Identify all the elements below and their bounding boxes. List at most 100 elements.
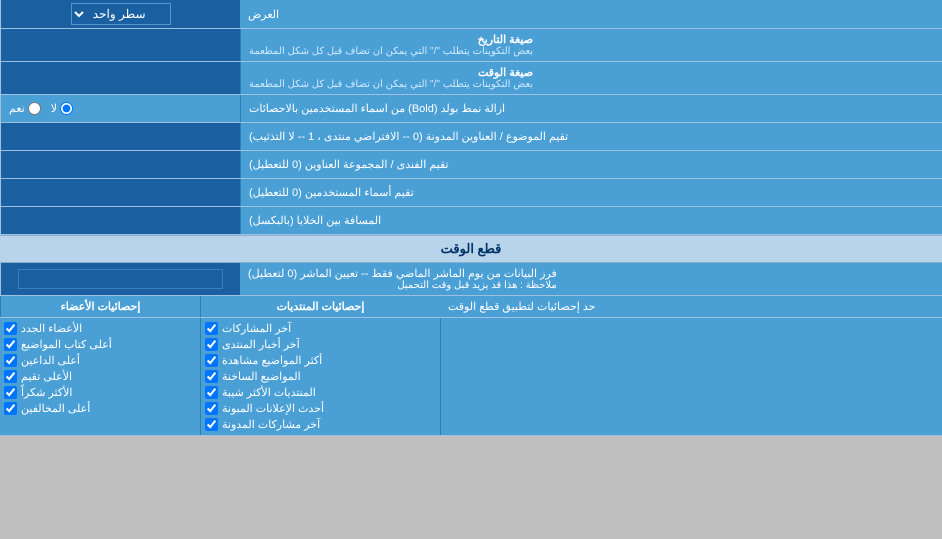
bold-no-text: لا [51, 102, 57, 115]
username-order-input[interactable]: 0 [7, 184, 234, 202]
top-rated-label: الأعلى تقيم [21, 370, 72, 383]
bold-label-text: ازالة نمط بولد (Bold) من اسماء المستخدمي… [249, 102, 505, 115]
latest-announcements-label: أحدث الإعلانات المبونة [222, 402, 324, 415]
forum-order-input-container: 33 [0, 151, 240, 178]
display-select-container: سطر واحد سطرين ثلاثة أسطر [0, 0, 240, 28]
checkbox-item-blog-posts: آخر مشاركات المدونة [205, 418, 436, 431]
new-members-checkbox[interactable] [4, 322, 17, 335]
title-order-input-container: 33 [0, 123, 240, 150]
cutoff-row: فرز البيانات من يوم الماشر الماضي فقط --… [0, 263, 942, 296]
cell-spacing-label-text: المسافة بين الخلايا (بالبكسل) [249, 214, 381, 227]
date-format-label: صيغة التاريخ بعض التكوينات يتطلب "/" الت… [240, 29, 942, 61]
title-order-input[interactable]: 33 [7, 128, 234, 146]
cell-spacing-input[interactable]: 2 [7, 212, 234, 230]
latest-announcements-checkbox[interactable] [205, 402, 218, 415]
blog-posts-label: آخر مشاركات المدونة [222, 418, 320, 431]
checkbox-item-top-writers: أعلى كتاب المواضيع [4, 338, 196, 351]
hot-topics-checkbox[interactable] [205, 370, 218, 383]
top-callers-checkbox[interactable] [4, 354, 17, 367]
date-format-row: صيغة التاريخ بعض التكوينات يتطلب "/" الت… [0, 29, 942, 62]
username-order-label-text: تقيم أسماء المستخدمين (0 للتعطيل) [249, 186, 414, 199]
bold-yes-radio[interactable] [28, 102, 41, 115]
top-violators-label: أعلى المخالفين [21, 402, 90, 415]
bold-radio-container: لا نعم [0, 95, 240, 122]
display-select[interactable]: سطر واحد سطرين ثلاثة أسطر [71, 3, 171, 25]
checkbox-item-last-posts: آخر المشاركات [205, 322, 436, 335]
time-format-input[interactable]: H:i [7, 69, 234, 87]
time-format-row: صيغة الوقت بعض التكوينات يتطلب "/" التي … [0, 62, 942, 95]
cutoff-input-container: 0 [0, 263, 240, 295]
most-popular-checkbox[interactable] [205, 386, 218, 399]
time-format-input-container: H:i [0, 62, 240, 94]
cell-spacing-input-container: 2 [0, 207, 240, 234]
display-row: العرض سطر واحد سطرين ثلاثة أسطر [0, 0, 942, 29]
forum-order-input[interactable]: 33 [7, 156, 234, 174]
stats-headers-row: حد إحصائيات لتطبيق قطع الوقت إحصائيات ال… [0, 296, 942, 318]
title-order-label: تقيم الموضوع / العناوين المدونة (0 -- ال… [240, 123, 942, 150]
most-thanks-label: الأكثر شكراً [21, 386, 72, 399]
date-format-label-text: صيغة التاريخ [478, 34, 533, 46]
last-posts-label: آخر المشاركات [222, 322, 291, 335]
checkbox-item-hot-topics: المواضيع الساخنة [205, 370, 436, 383]
last-posts-checkbox[interactable] [205, 322, 218, 335]
forum-news-label: آخر أخبار المنتدى [222, 338, 300, 351]
checkbox-item-most-popular: المنتديات الأكثر شيبة [205, 386, 436, 399]
checkbox-item-latest-announcements: أحدث الإعلانات المبونة [205, 402, 436, 415]
top-callers-label: أعلى الداعين [21, 354, 80, 367]
stats-col1-header: إحصائيات المنتديات [200, 296, 440, 317]
most-viewed-label: أكثر المواضيع مشاهدة [222, 354, 322, 367]
bold-usernames-row: ازالة نمط بولد (Bold) من اسماء المستخدمي… [0, 95, 942, 123]
time-format-label-text: صيغة الوقت [478, 67, 533, 79]
most-viewed-checkbox[interactable] [205, 354, 218, 367]
checkbox-item-most-viewed: أكثر المواضيع مشاهدة [205, 354, 436, 367]
cell-spacing-label: المسافة بين الخلايا (بالبكسل) [240, 207, 942, 234]
stats-col2-header-text: إحصائيات الأعضاء [61, 301, 141, 313]
bold-no-label[interactable]: لا [51, 102, 73, 115]
checkboxes-section: آخر المشاركات آخر أخبار المنتدى أكثر الم… [0, 318, 942, 436]
bold-label: ازالة نمط بولد (Bold) من اسماء المستخدمي… [240, 95, 942, 122]
top-rated-checkbox[interactable] [4, 370, 17, 383]
stats-col1-header-text: إحصائيات المنتديات [277, 301, 365, 313]
top-violators-checkbox[interactable] [4, 402, 17, 415]
forum-news-checkbox[interactable] [205, 338, 218, 351]
cutoff-section-header: قطع الوقت [0, 235, 942, 263]
limit-label-text: حد إحصائيات لتطبيق قطع الوقت [448, 300, 595, 313]
bold-yes-label[interactable]: نعم [9, 102, 41, 115]
most-popular-label: المنتديات الأكثر شيبة [222, 386, 316, 399]
date-format-input-container: d-m [0, 29, 240, 61]
blog-posts-checkbox[interactable] [205, 418, 218, 431]
checkbox-item-forum-news: آخر أخبار المنتدى [205, 338, 436, 351]
cutoff-input[interactable]: 0 [18, 269, 222, 289]
cutoff-label-text: فرز البيانات من يوم الماشر الماضي فقط --… [248, 268, 557, 280]
top-writers-label: أعلى كتاب المواضيع [21, 338, 112, 351]
forum-stats-col: آخر المشاركات آخر أخبار المنتدى أكثر الم… [200, 318, 440, 435]
member-stats-col: الأعضاء الجدد أعلى كتاب المواضيع أعلى ال… [0, 318, 200, 435]
top-writers-checkbox[interactable] [4, 338, 17, 351]
checkbox-item-new-members: الأعضاء الجدد [4, 322, 196, 335]
checkbox-item-top-rated: الأعلى تقيم [4, 370, 196, 383]
most-thanks-checkbox[interactable] [4, 386, 17, 399]
main-container: العرض سطر واحد سطرين ثلاثة أسطر صيغة الت… [0, 0, 942, 436]
forum-order-label-text: تقيم الفندى / المجموعة العناوين (0 للتعط… [249, 158, 449, 171]
date-format-input[interactable]: d-m [7, 36, 234, 54]
forum-order-row: تقيم الفندى / المجموعة العناوين (0 للتعط… [0, 151, 942, 179]
username-order-input-container: 0 [0, 179, 240, 206]
cutoff-label: فرز البيانات من يوم الماشر الماضي فقط --… [240, 263, 942, 295]
date-format-sublabel: بعض التكوينات يتطلب "/" التي يمكن ان تضا… [249, 46, 533, 57]
display-label: العرض [240, 0, 942, 28]
empty-left [440, 318, 942, 435]
forum-order-label: تقيم الفندى / المجموعة العناوين (0 للتعط… [240, 151, 942, 178]
cutoff-header-text: قطع الوقت [441, 241, 502, 256]
limit-label: حد إحصائيات لتطبيق قطع الوقت [440, 296, 942, 317]
display-label-text: العرض [248, 8, 279, 21]
bold-yes-text: نعم [9, 102, 25, 115]
new-members-label: الأعضاء الجدد [21, 322, 82, 335]
checkbox-item-top-violators: أعلى المخالفين [4, 402, 196, 415]
checkbox-item-top-callers: أعلى الداعين [4, 354, 196, 367]
checkbox-item-most-thanks: الأكثر شكراً [4, 386, 196, 399]
title-order-row: تقيم الموضوع / العناوين المدونة (0 -- ال… [0, 123, 942, 151]
title-order-label-text: تقيم الموضوع / العناوين المدونة (0 -- ال… [249, 130, 568, 143]
time-format-sublabel: بعض التكوينات يتطلب "/" التي يمكن ان تضا… [249, 79, 533, 90]
username-order-label: تقيم أسماء المستخدمين (0 للتعطيل) [240, 179, 942, 206]
bold-no-radio[interactable] [60, 102, 73, 115]
